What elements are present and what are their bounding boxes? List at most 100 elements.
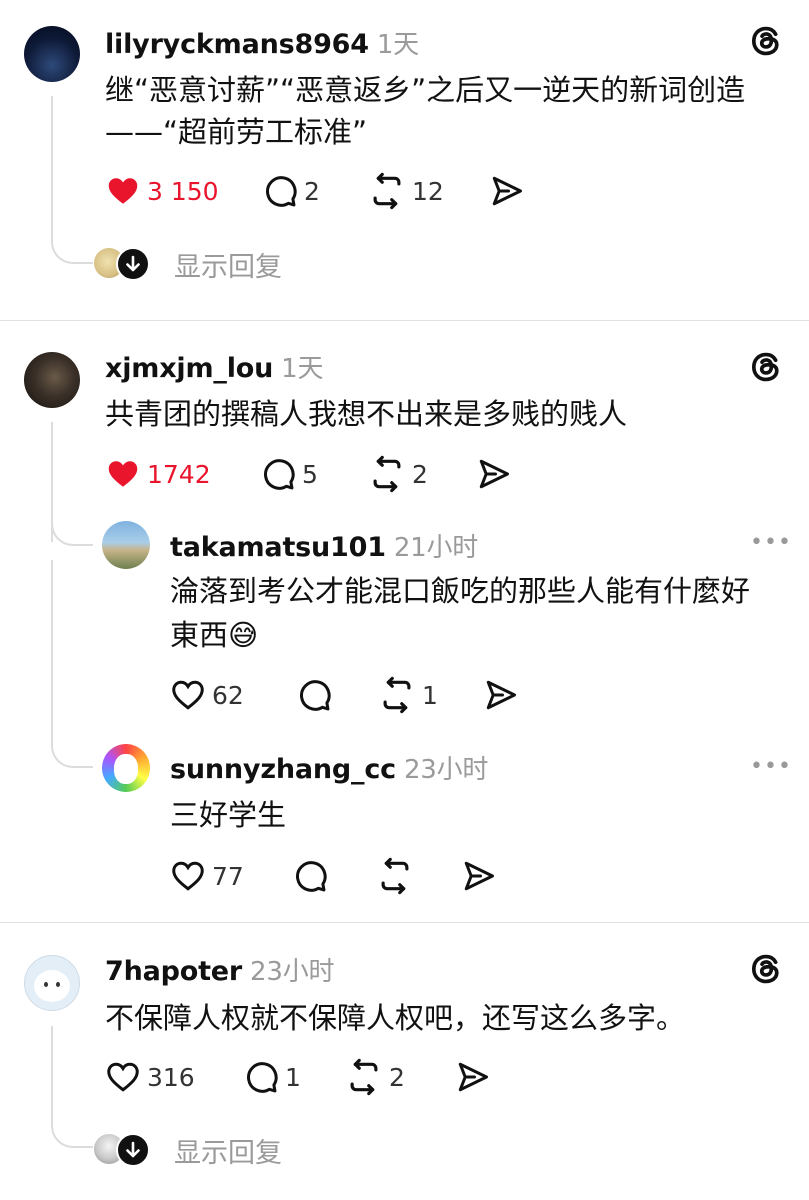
share-button[interactable] <box>455 1057 491 1097</box>
comment-icon <box>296 677 332 713</box>
repost-button[interactable] <box>376 856 414 896</box>
reply-text-line: 東西😅 <box>170 618 259 652</box>
avatar-eye <box>56 982 60 987</box>
reply-avatar-stack[interactable] <box>94 246 150 281</box>
username-text[interactable]: lilyryckmans8964 <box>105 29 369 60</box>
post-text-line: ——“超前劳工标准” <box>105 115 368 149</box>
like-count: 3 150 <box>147 176 219 206</box>
share-icon <box>455 1059 491 1095</box>
heart-filled-icon <box>105 456 141 492</box>
reply-avatar-arrow <box>116 1133 150 1167</box>
share-icon <box>483 677 519 713</box>
username-text[interactable]: takamatsu101 <box>170 532 386 563</box>
reply-text-line: 三好学生 <box>170 798 287 832</box>
thread-line <box>51 1026 53 1126</box>
repost-button[interactable]: 2 <box>368 454 428 494</box>
post-text-line: 共青团的撰稿人我想不出来是多贱的贱人 <box>105 397 628 431</box>
repost-icon <box>345 1058 383 1096</box>
avatar[interactable] <box>24 955 80 1011</box>
username[interactable]: 7hapoter 23小时 <box>105 951 335 988</box>
repost-count: 1 <box>422 680 438 710</box>
avatar[interactable] <box>102 521 150 569</box>
avatar-face <box>34 970 70 1002</box>
thread-line-curve <box>51 230 93 264</box>
like-button[interactable]: 1742 <box>105 454 211 494</box>
comment-icon <box>260 456 296 492</box>
repost-button[interactable]: 1 <box>378 675 438 715</box>
repost-count: 2 <box>389 1062 405 1092</box>
avatar[interactable] <box>102 744 150 792</box>
comment-button[interactable]: 2 <box>262 171 320 211</box>
username[interactable]: xjmxjm_lou 1天 <box>105 348 323 385</box>
threads-icon[interactable] <box>749 24 783 58</box>
heart-filled-icon <box>105 173 141 209</box>
repost-button[interactable]: 12 <box>368 171 444 211</box>
like-count: 1742 <box>147 459 211 489</box>
repost-icon <box>368 455 406 493</box>
post-text-line: 不保障人权就不保障人权吧，还写这么多字。 <box>105 1001 686 1035</box>
repost-icon <box>378 676 416 714</box>
username-text[interactable]: xjmxjm_lou <box>105 353 273 384</box>
share-button[interactable] <box>489 171 525 211</box>
comment-count: 2 <box>304 176 320 206</box>
comment-button[interactable]: 1 <box>243 1057 301 1097</box>
arrow-down-icon <box>126 1141 140 1158</box>
repost-count: 12 <box>412 176 444 206</box>
threads-icon[interactable] <box>749 350 783 384</box>
comment-button[interactable] <box>292 856 328 896</box>
repost-icon <box>376 857 414 895</box>
thread-line-curve <box>51 720 93 768</box>
post-divider <box>0 922 809 923</box>
username-text[interactable]: sunnyzhang_cc <box>170 754 396 785</box>
comment-icon <box>262 173 298 209</box>
username[interactable]: takamatsu101 21小时 <box>170 527 478 564</box>
comment-icon <box>243 1059 279 1095</box>
like-count: 77 <box>212 861 244 891</box>
like-button[interactable]: 316 <box>105 1057 195 1097</box>
heart-outline-icon <box>170 858 206 894</box>
thread-line <box>51 560 53 730</box>
share-icon <box>476 456 512 492</box>
thread-line-curve <box>51 1116 93 1148</box>
share-icon <box>461 858 497 894</box>
show-replies-link[interactable]: 显示回复 <box>174 245 282 284</box>
more-options-button[interactable]: ••• <box>750 754 792 779</box>
more-options-button[interactable]: ••• <box>750 530 792 555</box>
comment-button[interactable]: 5 <box>260 454 318 494</box>
share-button[interactable] <box>483 675 519 715</box>
reply-avatar-stack[interactable] <box>94 1132 150 1167</box>
comment-icon <box>292 858 328 894</box>
show-replies-link[interactable]: 显示回复 <box>174 1131 282 1170</box>
like-count: 62 <box>212 680 244 710</box>
comment-button[interactable] <box>296 675 332 715</box>
avatar-eye <box>44 982 48 987</box>
username[interactable]: lilyryckmans8964 1天 <box>105 24 419 61</box>
timestamp: 23小时 <box>250 957 335 987</box>
avatar[interactable] <box>24 26 80 82</box>
reply-avatar-arrow <box>116 247 150 281</box>
timestamp: 1天 <box>281 354 324 384</box>
like-button[interactable]: 77 <box>170 856 244 896</box>
post-divider <box>0 320 809 321</box>
comment-count: 5 <box>302 459 318 489</box>
like-button[interactable]: 3 150 <box>105 171 219 211</box>
avatar-figure <box>114 754 138 784</box>
avatar[interactable] <box>24 352 80 408</box>
timestamp: 1天 <box>376 30 419 60</box>
share-button[interactable] <box>476 454 512 494</box>
thread-line <box>51 96 53 236</box>
repost-button[interactable]: 2 <box>345 1057 405 1097</box>
repost-icon <box>368 172 406 210</box>
heart-outline-icon <box>105 1059 141 1095</box>
like-count: 316 <box>147 1062 195 1092</box>
timestamp: 23小时 <box>403 755 489 785</box>
username-text[interactable]: 7hapoter <box>105 956 242 987</box>
timestamp: 21小时 <box>393 533 479 563</box>
arrow-down-icon <box>126 255 140 272</box>
username[interactable]: sunnyzhang_cc 23小时 <box>170 749 488 786</box>
share-button[interactable] <box>461 856 497 896</box>
comment-count: 1 <box>285 1062 301 1092</box>
threads-icon[interactable] <box>749 952 783 986</box>
like-button[interactable]: 62 <box>170 675 244 715</box>
thread-line-curve <box>51 520 93 546</box>
